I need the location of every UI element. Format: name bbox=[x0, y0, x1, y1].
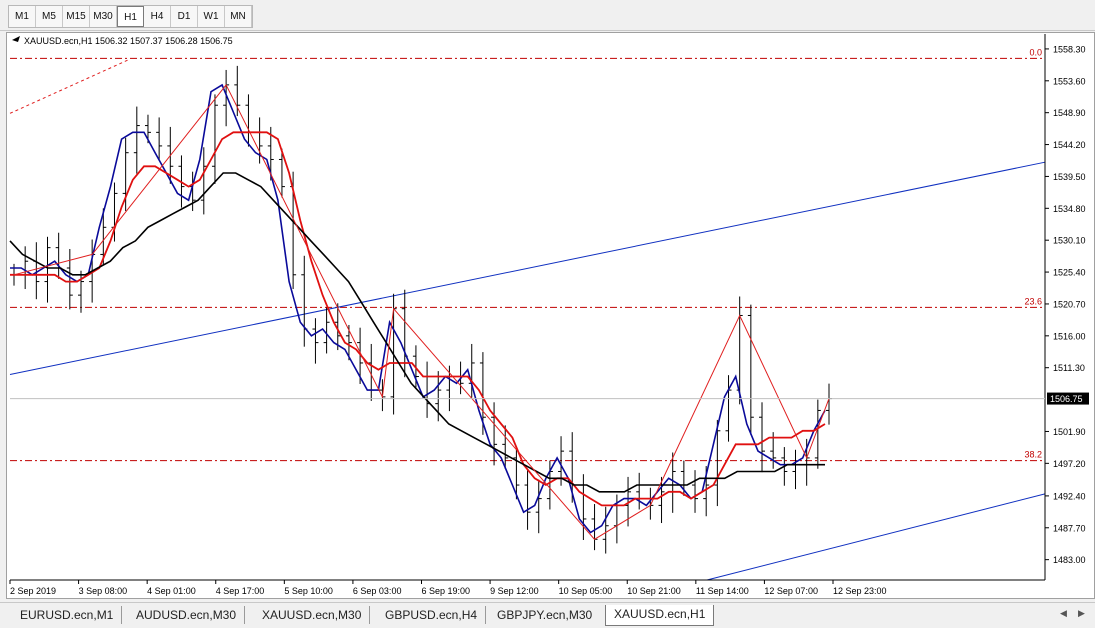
price-tick-label: 1525.40 bbox=[1053, 268, 1086, 278]
time-tick-label: 9 Sep 12:00 bbox=[490, 586, 539, 596]
price-chart[interactable]: 0.0 23.6 38.2 1558.30 1553.60 1548.90 1544.20… bbox=[0, 0, 1095, 602]
price-bar bbox=[211, 94, 218, 184]
price-bar bbox=[312, 318, 319, 364]
symbol-tabs: EURUSD.ecn,M1 AUDUSD.ecn,M30 XAUUSD.ecn,… bbox=[0, 602, 1095, 628]
time-tick-label: 4 Sep 01:00 bbox=[147, 586, 196, 596]
price-bar bbox=[22, 246, 29, 290]
fib-level-label: 0.0 bbox=[1029, 47, 1042, 57]
tab-gbpusd-h4[interactable]: GBPUSD.ecn,H4 bbox=[377, 606, 487, 624]
price-bar bbox=[714, 419, 721, 507]
time-tick-label: 3 Sep 08:00 bbox=[79, 586, 128, 596]
time-tick-label: 2 Sep 2019 bbox=[10, 586, 56, 596]
price-tick-label: 1534.80 bbox=[1053, 204, 1086, 214]
time-tick-label: 11 Sep 14:00 bbox=[696, 586, 749, 596]
price-tick-label: 1487.70 bbox=[1053, 523, 1086, 533]
price-tick-label: 1558.30 bbox=[1053, 44, 1086, 54]
price-tick-label: 1544.20 bbox=[1053, 140, 1086, 150]
time-axis: 2 Sep 2019 3 Sep 08:00 4 Sep 01:00 4 Sep 17… bbox=[9, 579, 1045, 596]
price-bar bbox=[580, 474, 587, 540]
price-bar bbox=[792, 449, 799, 490]
tab-gbpjpy-m30[interactable]: GBPJPY.ecn,M30 bbox=[489, 606, 600, 624]
price-bar bbox=[44, 236, 51, 303]
tabs-scroll-right-icon[interactable]: ▶ bbox=[1078, 608, 1085, 619]
fib-level-label: 38.2 bbox=[1024, 450, 1042, 460]
price-tick-label: 1511.30 bbox=[1053, 363, 1085, 373]
price-bar bbox=[424, 361, 431, 418]
price-tick-label: 1516.00 bbox=[1053, 331, 1086, 341]
price-bar bbox=[524, 470, 531, 530]
price-tick-label: 1501.90 bbox=[1053, 427, 1086, 437]
price-tick-label: 1497.20 bbox=[1053, 459, 1086, 469]
channel-lower-line bbox=[706, 493, 1046, 581]
chart-menu-icon[interactable] bbox=[12, 36, 20, 42]
ma-fast-line bbox=[10, 83, 826, 534]
time-tick-label: 5 Sep 10:00 bbox=[284, 586, 333, 596]
time-tick-label: 12 Sep 07:00 bbox=[764, 586, 818, 596]
time-tick-label: 6 Sep 19:00 bbox=[422, 586, 471, 596]
price-bar bbox=[301, 255, 308, 347]
price-bar bbox=[200, 147, 207, 215]
tabs-scroll-left-icon[interactable]: ◀ bbox=[1060, 608, 1067, 619]
price-bar bbox=[759, 402, 766, 473]
price-tick-label: 1539.50 bbox=[1053, 172, 1086, 182]
moving-averages bbox=[9, 83, 826, 534]
tab-audusd-m30[interactable]: AUDUSD.ecn,M30 bbox=[128, 606, 246, 624]
price-bar bbox=[55, 232, 62, 279]
ma-mid-line bbox=[10, 131, 826, 507]
price-tick-label: 1530.10 bbox=[1053, 236, 1086, 246]
price-bar bbox=[401, 289, 408, 378]
price-bar bbox=[156, 117, 163, 161]
price-bars bbox=[11, 65, 832, 554]
fib-anchor-line bbox=[9, 58, 131, 114]
price-bar bbox=[747, 304, 754, 435]
time-tick-label: 12 Sep 23:00 bbox=[833, 586, 887, 596]
fib-level-label: 23.6 bbox=[1024, 296, 1042, 306]
price-bar bbox=[591, 504, 598, 551]
price-tick-label: 1483.00 bbox=[1053, 555, 1086, 565]
price-bar bbox=[368, 343, 375, 401]
price-tick-label: 1548.90 bbox=[1053, 108, 1086, 118]
time-tick-label: 6 Sep 03:00 bbox=[353, 586, 402, 596]
price-bar bbox=[245, 94, 252, 147]
price-bar bbox=[133, 106, 140, 174]
price-bar bbox=[736, 296, 743, 405]
time-tick-label: 10 Sep 05:00 bbox=[559, 586, 613, 596]
chart-title: XAUUSD.ecn,H1 1506.32 1507.37 1506.28 15… bbox=[24, 36, 233, 46]
price-bar bbox=[636, 472, 643, 510]
ma-slow-line bbox=[9, 172, 825, 493]
tab-xauusd-h1[interactable]: XAUUSD.ecn,H1 bbox=[605, 605, 715, 626]
price-bar bbox=[535, 479, 542, 534]
channel-upper-line bbox=[9, 161, 1046, 375]
tab-xauusd-m30[interactable]: XAUUSD.ecn,M30 bbox=[254, 606, 371, 624]
price-bar bbox=[234, 65, 241, 117]
time-tick-label: 10 Sep 21:00 bbox=[627, 586, 681, 596]
price-tick-label: 1553.60 bbox=[1053, 76, 1086, 86]
price-bar bbox=[692, 470, 699, 513]
current-price-label: 1506.75 bbox=[1050, 394, 1083, 404]
price-bar bbox=[803, 438, 810, 486]
price-tick-label: 1492.40 bbox=[1053, 491, 1086, 501]
price-tick-label: 1520.70 bbox=[1053, 299, 1086, 309]
tab-eurusd-m1[interactable]: EURUSD.ecn,M1 bbox=[12, 606, 123, 624]
time-tick-label: 4 Sep 17:00 bbox=[216, 586, 265, 596]
